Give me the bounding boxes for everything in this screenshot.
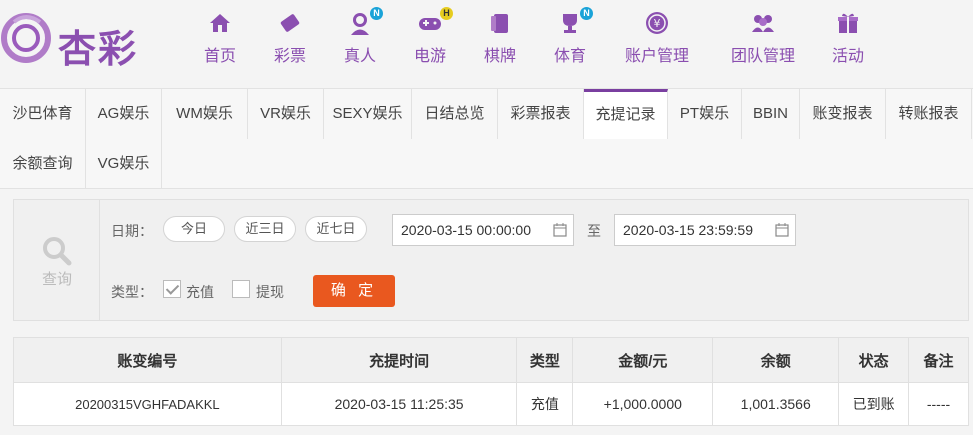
quick-7days-button[interactable]: 近七日 xyxy=(305,216,367,242)
calendar-icon[interactable] xyxy=(775,223,789,237)
tab-ag[interactable]: AG娱乐 xyxy=(86,89,162,139)
confirm-button[interactable]: 确 定 xyxy=(313,275,395,307)
col-time: 充提时间 xyxy=(280,337,518,383)
nav-label: 团队管理 xyxy=(730,48,795,65)
col-amount: 金额/元 xyxy=(572,337,714,383)
nav-egames[interactable]: H 电游 xyxy=(408,7,453,66)
cell-balance: 1,001.3566 xyxy=(712,382,840,426)
tab-balance-query[interactable]: 余额查询 xyxy=(0,139,86,189)
tab-wm[interactable]: WM娱乐 xyxy=(162,89,248,139)
col-balance: 余额 xyxy=(712,337,840,383)
nav-live[interactable]: N 真人 xyxy=(338,7,383,66)
nav-team[interactable]: 团队管理 xyxy=(724,10,802,66)
team-icon xyxy=(752,15,774,32)
tab-vg[interactable]: VG娱乐 xyxy=(86,139,162,189)
nav-label: 账户管理 xyxy=(624,48,689,65)
col-type: 类型 xyxy=(516,337,574,383)
quick-3days-button[interactable]: 近三日 xyxy=(234,216,296,242)
col-status: 状态 xyxy=(838,337,910,383)
nav-label: 真人 xyxy=(343,48,376,65)
nav-lottery[interactable]: 彩票 xyxy=(268,10,312,66)
gamepad-icon: H xyxy=(417,7,453,36)
cell-amount: +1,000.0000 xyxy=(572,382,714,426)
withdraw-checkbox[interactable] xyxy=(232,280,250,298)
calendar-icon[interactable] xyxy=(553,223,567,237)
query-panel: 查询 日期： 今日 近三日 近七日 2020-03-15 00:00:00 至 … xyxy=(13,199,969,321)
tab-vr[interactable]: VR娱乐 xyxy=(248,89,324,139)
brand-logo[interactable]: 杏彩 xyxy=(0,8,150,71)
brand-logo-text: 杏彩 xyxy=(58,26,139,71)
start-datetime-input[interactable]: 2020-03-15 00:00:00 xyxy=(392,214,574,246)
live-dealer-icon: N xyxy=(347,7,383,36)
new-badge: N xyxy=(370,7,383,20)
cards-icon xyxy=(491,14,508,33)
tab-pt[interactable]: PT娱乐 xyxy=(668,89,742,139)
home-icon xyxy=(210,14,230,32)
tab-saba-sports[interactable]: 沙巴体育 xyxy=(0,89,86,139)
new-badge: N xyxy=(580,7,593,20)
tab-transfer-report[interactable]: 转账报表 xyxy=(886,89,972,139)
table-header-row: 账变编号 充提时间 类型 金额/元 余额 状态 备注 xyxy=(13,337,969,383)
nav-label: 电游 xyxy=(413,48,446,65)
end-datetime-value: 2020-03-15 23:59:59 xyxy=(623,222,753,238)
hot-badge: H xyxy=(440,7,453,20)
tab-account-change[interactable]: 账变报表 xyxy=(800,89,886,139)
gift-icon xyxy=(838,13,858,33)
query-side: 查询 xyxy=(14,200,100,320)
trophy-icon: N xyxy=(557,7,593,36)
records-table: 账变编号 充提时间 类型 金额/元 余额 状态 备注 20200315VGHFA… xyxy=(13,337,969,426)
cell-remark: ----- xyxy=(908,382,969,426)
col-transaction-id: 账变编号 xyxy=(13,337,282,383)
nav-label: 首页 xyxy=(203,48,236,65)
deposit-checkbox[interactable] xyxy=(163,280,181,298)
withdraw-checkbox-label: 提现 xyxy=(256,284,284,300)
nav-label: 彩票 xyxy=(273,48,306,65)
start-datetime-value: 2020-03-15 00:00:00 xyxy=(401,222,531,238)
nav-label: 体育 xyxy=(553,48,586,65)
tab-bbin[interactable]: BBIN xyxy=(742,89,800,139)
nav-sports[interactable]: N 体育 xyxy=(548,7,593,66)
search-icon xyxy=(43,237,72,266)
nav-home[interactable]: 首页 xyxy=(198,10,242,66)
nav-cards[interactable]: 棋牌 xyxy=(478,10,522,66)
deposit-checkbox-label: 充值 xyxy=(186,284,214,300)
tab-deposit-withdraw[interactable]: 充提记录 xyxy=(584,89,668,139)
ticket-icon xyxy=(280,14,300,32)
cell-type: 充值 xyxy=(516,382,574,426)
query-side-label: 查询 xyxy=(41,271,72,288)
cell-status: 已到账 xyxy=(838,382,910,426)
cell-time: 2020-03-15 11:25:35 xyxy=(280,382,518,426)
tab-daily-summary[interactable]: 日结总览 xyxy=(412,89,498,139)
type-label: 类型： xyxy=(111,284,153,300)
nav-activity[interactable]: 活动 xyxy=(826,10,870,66)
tab-sexy[interactable]: SEXY娱乐 xyxy=(324,89,412,139)
nav-label: 棋牌 xyxy=(483,48,516,65)
tab-lottery-report[interactable]: 彩票报表 xyxy=(498,89,584,139)
nav-label: 活动 xyxy=(831,48,864,65)
yen-coin-icon: ¥ xyxy=(646,12,668,34)
nav-account[interactable]: ¥ 账户管理 xyxy=(618,10,696,66)
brand-emblem-icon xyxy=(1,13,51,63)
svg-text:¥: ¥ xyxy=(654,17,661,30)
cell-transaction-id: 20200315VGHFADAKKL xyxy=(13,382,282,426)
table-row: 20200315VGHFADAKKL 2020-03-15 11:25:35 充… xyxy=(13,382,969,426)
col-remark: 备注 xyxy=(908,337,969,383)
quick-today-button[interactable]: 今日 xyxy=(163,216,225,242)
date-label: 日期： xyxy=(111,223,153,239)
top-header: 杏彩 首页 彩票 N 真人 H 电游 棋牌 N 体育 ¥ 账户管理 团队管理 活… xyxy=(0,0,973,88)
date-range-separator: 至 xyxy=(587,223,601,239)
report-tabs: 沙巴体育 AG娱乐 WM娱乐 VR娱乐 SEXY娱乐 日结总览 彩票报表 充提记… xyxy=(0,88,973,189)
end-datetime-input[interactable]: 2020-03-15 23:59:59 xyxy=(614,214,796,246)
